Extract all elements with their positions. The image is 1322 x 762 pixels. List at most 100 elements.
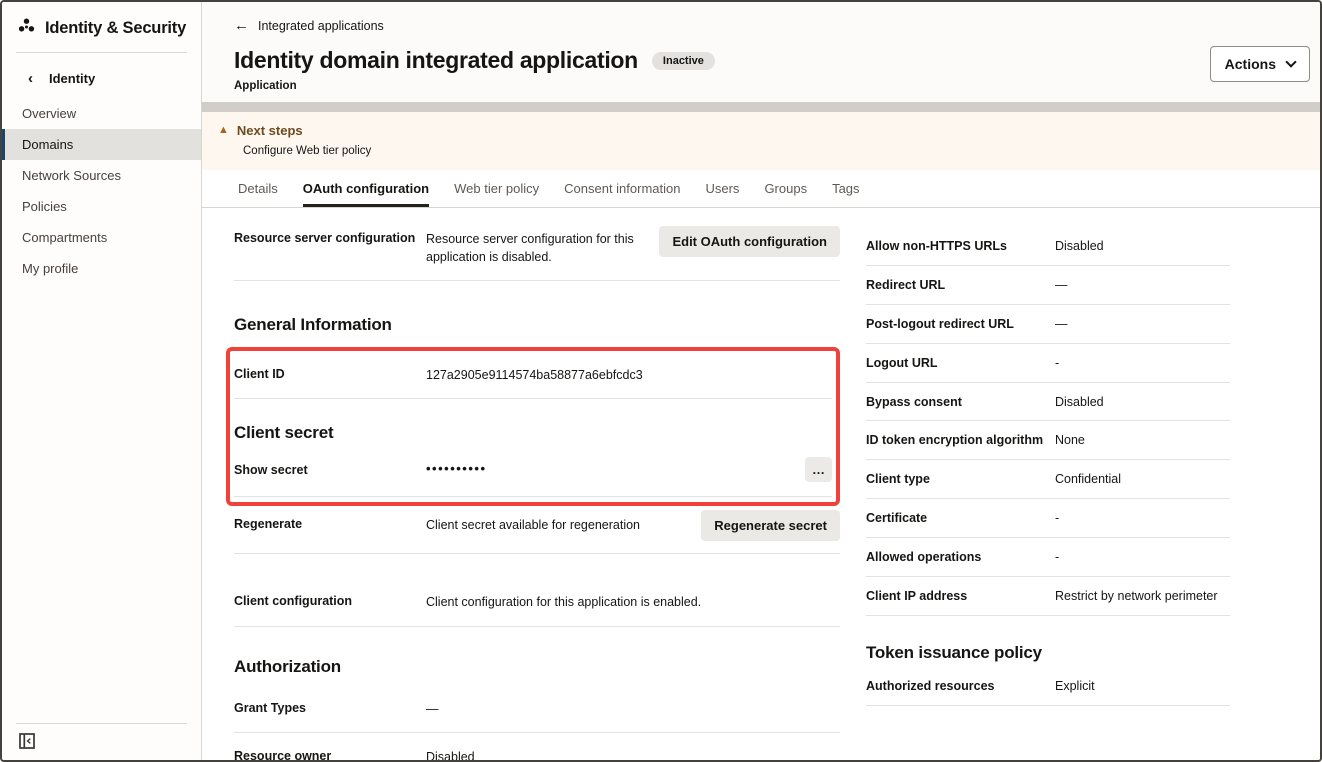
tab-tags[interactable]: Tags bbox=[832, 170, 859, 207]
bypass-consent-row: Bypass consent Disabled bbox=[866, 383, 1230, 422]
page-subtitle: Application bbox=[234, 80, 1304, 92]
breadcrumb[interactable]: ← Integrated applications bbox=[234, 18, 384, 33]
banner-title: Next steps bbox=[237, 123, 303, 138]
field-value: — bbox=[1055, 316, 1068, 333]
regenerate-row: Regenerate Client secret available for r… bbox=[234, 506, 840, 554]
field-label: Authorized resources bbox=[866, 678, 1055, 695]
field-value: - bbox=[1055, 510, 1059, 527]
breadcrumb-label: Integrated applications bbox=[258, 19, 384, 33]
authorization-heading: Authorization bbox=[234, 657, 840, 677]
field-value: Client configuration for this applicatio… bbox=[426, 593, 701, 611]
tab-consent-information[interactable]: Consent information bbox=[564, 170, 680, 207]
field-label: Client configuration bbox=[234, 593, 426, 611]
annotation-highlight-box: Client ID 127a2905e9114574ba58877a6ebfcd… bbox=[226, 347, 840, 506]
field-value: Confidential bbox=[1055, 471, 1121, 488]
field-label: Allow non-HTTPS URLs bbox=[866, 238, 1055, 255]
chevron-down-icon bbox=[1285, 56, 1296, 67]
back-arrow-icon: ← bbox=[234, 18, 249, 33]
show-secret-row: Show secret •••••••••• … bbox=[234, 447, 832, 497]
oauth-config-column: Resource server configuration Resource s… bbox=[234, 208, 840, 760]
sidebar-item-overview[interactable]: Overview bbox=[2, 98, 201, 129]
sidebar-item-domains[interactable]: Domains bbox=[2, 129, 201, 160]
next-steps-banner: ▲ Next steps Configure Web tier policy bbox=[202, 112, 1320, 170]
sidebar-item-policies[interactable]: Policies bbox=[2, 191, 201, 222]
tab-bar: Details OAuth configuration Web tier pol… bbox=[202, 170, 1320, 208]
page-header: ← Integrated applications Identity domai… bbox=[202, 2, 1320, 102]
redirect-url-row: Redirect URL — bbox=[866, 266, 1230, 305]
tab-oauth-configuration[interactable]: OAuth configuration bbox=[303, 170, 429, 207]
client-ip-address-row: Client IP address Restrict by network pe… bbox=[866, 577, 1230, 616]
post-logout-redirect-url-row: Post-logout redirect URL — bbox=[866, 305, 1230, 344]
main-area: ← Integrated applications Identity domai… bbox=[202, 2, 1320, 760]
client-type-row: Client type Confidential bbox=[866, 460, 1230, 499]
status-badge: Inactive bbox=[652, 52, 715, 70]
field-value: Resource server configuration for this a… bbox=[426, 230, 659, 266]
field-value: Disabled bbox=[426, 748, 475, 760]
sidebar-item-compartments[interactable]: Compartments bbox=[2, 222, 201, 253]
warning-icon: ▲ bbox=[218, 125, 229, 136]
grant-types-row: Grant Types — bbox=[234, 685, 840, 733]
sidebar-title: Identity & Security bbox=[45, 19, 186, 38]
token-issuance-policy-heading: Token issuance policy bbox=[866, 643, 1230, 663]
client-secret-heading: Client secret bbox=[234, 423, 832, 443]
nav-back-identity[interactable]: ‹ Identity bbox=[2, 53, 201, 98]
resource-server-configuration-row: Resource server configuration Resource s… bbox=[234, 208, 840, 281]
sidebar-item-my-profile[interactable]: My profile bbox=[2, 253, 201, 284]
sidebar-header: Identity & Security bbox=[2, 2, 201, 52]
header-shadow-strip bbox=[202, 102, 1320, 112]
field-label: Post-logout redirect URL bbox=[866, 316, 1055, 333]
show-secret-more-button[interactable]: … bbox=[805, 457, 832, 482]
tab-details[interactable]: Details bbox=[238, 170, 278, 207]
chevron-left-icon: ‹ bbox=[28, 71, 33, 86]
field-value: — bbox=[1055, 277, 1068, 294]
regenerate-secret-button[interactable]: Regenerate secret bbox=[701, 510, 840, 541]
field-label: Certificate bbox=[866, 510, 1055, 527]
field-label: Regenerate bbox=[234, 516, 426, 534]
allowed-operations-row: Allowed operations - bbox=[866, 538, 1230, 577]
field-label: Client type bbox=[866, 471, 1055, 488]
field-value: - bbox=[1055, 355, 1059, 372]
sidebar-item-network-sources[interactable]: Network Sources bbox=[2, 160, 201, 191]
tab-users[interactable]: Users bbox=[705, 170, 739, 207]
field-label: Client IP address bbox=[866, 588, 1055, 605]
field-label: Resource owner bbox=[234, 748, 426, 760]
field-label: ID token encryption algorithm bbox=[866, 432, 1055, 449]
tab-content: Resource server configuration Resource s… bbox=[202, 208, 1320, 760]
field-label: Show secret bbox=[234, 462, 426, 480]
tab-groups[interactable]: Groups bbox=[764, 170, 807, 207]
nav-back-label: Identity bbox=[49, 71, 95, 86]
sidebar: Identity & Security ‹ Identity Overview … bbox=[2, 2, 202, 760]
field-label: Resource server configuration bbox=[234, 230, 426, 248]
edit-oauth-configuration-button[interactable]: Edit OAuth configuration bbox=[659, 226, 840, 257]
id-token-encryption-row: ID token encryption algorithm None bbox=[866, 421, 1230, 460]
sidebar-footer bbox=[2, 723, 201, 760]
collapse-sidebar-button[interactable] bbox=[2, 724, 35, 754]
field-value: Disabled bbox=[1055, 238, 1104, 255]
allow-non-https-row: Allow non-HTTPS URLs Disabled bbox=[866, 218, 1230, 266]
banner-message[interactable]: Configure Web tier policy bbox=[243, 145, 1320, 157]
client-id-value: 127a2905e9114574ba58877a6ebfcdc3 bbox=[426, 366, 643, 384]
client-id-row: Client ID 127a2905e9114574ba58877a6ebfcd… bbox=[234, 351, 832, 399]
field-value: Restrict by network perimeter bbox=[1055, 588, 1218, 605]
field-label: Redirect URL bbox=[866, 277, 1055, 294]
logout-url-row: Logout URL - bbox=[866, 344, 1230, 383]
client-configuration-row: Client configuration Client configuratio… bbox=[234, 578, 840, 626]
field-label: Logout URL bbox=[866, 355, 1055, 372]
field-label: Bypass consent bbox=[866, 394, 1055, 411]
authorized-resources-row: Authorized resources Explicit bbox=[866, 667, 1230, 706]
tab-web-tier-policy[interactable]: Web tier policy bbox=[454, 170, 539, 207]
field-label: Allowed operations bbox=[866, 549, 1055, 566]
general-information-heading: General Information bbox=[234, 315, 840, 335]
sidebar-footer-divider bbox=[16, 723, 187, 724]
app-window: Identity & Security ‹ Identity Overview … bbox=[0, 0, 1322, 762]
field-value: - bbox=[1055, 549, 1059, 566]
field-label: Grant Types bbox=[234, 700, 426, 718]
actions-button[interactable]: Actions bbox=[1210, 46, 1310, 82]
oauth-details-column: Allow non-HTTPS URLs Disabled Redirect U… bbox=[866, 208, 1230, 760]
identity-security-icon bbox=[17, 17, 36, 39]
certificate-row: Certificate - bbox=[866, 499, 1230, 538]
field-value: Client secret available for regeneration bbox=[426, 516, 640, 534]
field-value: None bbox=[1055, 432, 1085, 449]
field-label: Client ID bbox=[234, 366, 426, 384]
field-value: Explicit bbox=[1055, 678, 1095, 695]
